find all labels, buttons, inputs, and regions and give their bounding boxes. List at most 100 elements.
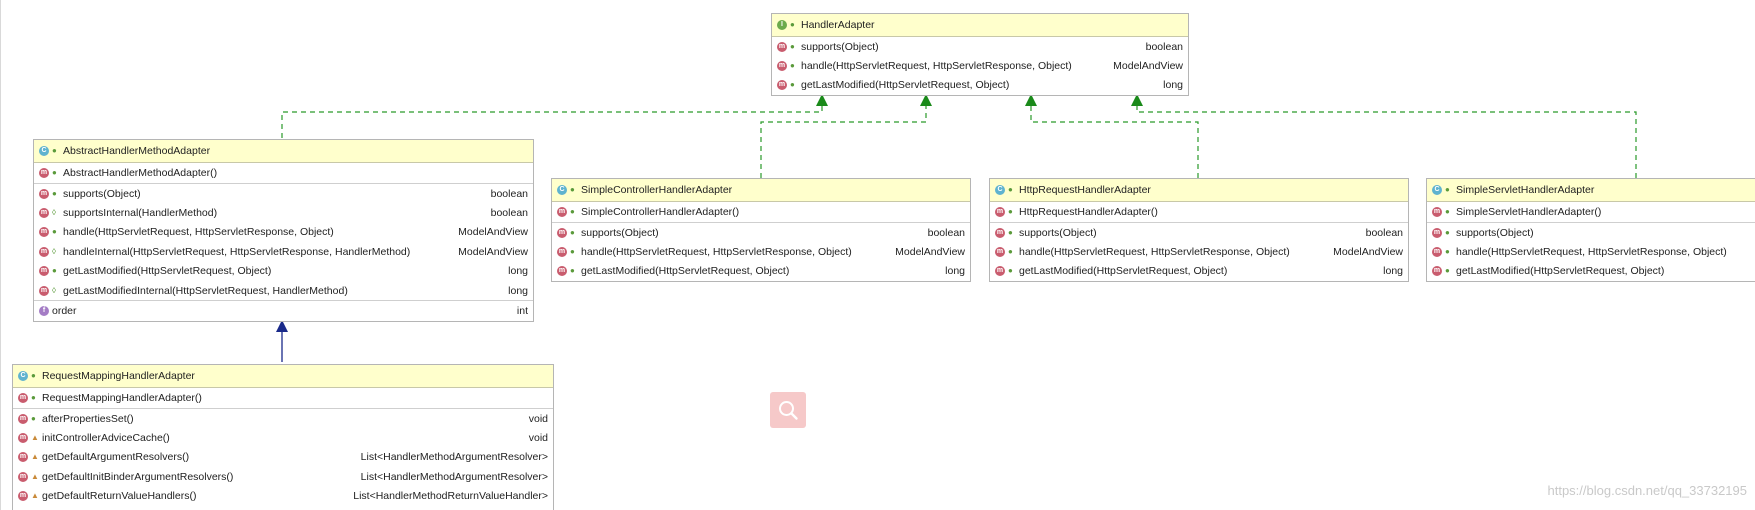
simple-servlet-handler-adapter-box[interactable]: C ● SimpleServletHandlerAdapter m ● Simpl… (1426, 178, 1755, 283)
method-type: boolean (927, 226, 965, 239)
public-icon: ● (1008, 247, 1013, 257)
constructor-name: SimpleServletHandlerAdapter() (1456, 206, 1602, 218)
request-mapping-header: C ● RequestMappingHandlerAdapter (13, 365, 553, 388)
method-row: m ● supports(Object) boolean (552, 223, 970, 242)
method-row: m ◊ handleInternal(HttpServletRequest, Htt… (34, 242, 533, 261)
public-icon: ● (570, 227, 575, 237)
public-icon: ● (790, 61, 795, 71)
method-name: getLastModified(HttpServletRequest, Obje… (581, 265, 790, 278)
method-icon: m (1432, 247, 1442, 258)
method-list: m ● supports(Object) boolean m ● handle(HttpS… (772, 37, 1188, 95)
search-button[interactable] (770, 392, 806, 428)
method-name: getLastModified(HttpServletRequest, Obje… (1019, 265, 1228, 278)
simple-controller-handler-adapter-box[interactable]: C ● SimpleControllerHandlerAdapter m ● Si… (551, 178, 971, 283)
constructor-name: RequestMappingHandlerAdapter() (42, 392, 202, 404)
private-lock-icon: ▲ (31, 471, 39, 481)
method-type: long (1163, 79, 1183, 92)
method-list: m ● afterPropertiesSet() void m ▲ initControl… (13, 409, 553, 506)
method-name: handle(HttpServletRequest, HttpServletRe… (801, 60, 1072, 73)
method-icon: m (1432, 227, 1442, 238)
method-icon: m (1432, 266, 1442, 277)
method-row: m ▲ getDefaultInitBinderArgumentResolvers(… (13, 467, 553, 486)
method-list: m ● supports(Object) m ● handle(HttpServletR… (1427, 223, 1755, 281)
method-type: void (528, 412, 548, 425)
method-type: ModelAndView (458, 245, 528, 258)
method-name: afterPropertiesSet() (42, 412, 134, 425)
method-name: handle(HttpServletRequest, HttpServletRe… (1019, 246, 1290, 259)
method-list: m ● supports(Object) boolean m ● handle(HttpS… (990, 223, 1408, 281)
method-row: m ● supports(Object) boolean (34, 184, 533, 203)
abstract-class-icon: C (39, 146, 49, 156)
method-icon: m (39, 227, 49, 238)
method-row: m ● supports(Object) (1427, 223, 1755, 242)
method-type: List<HandlerMethodArgumentResolver> (360, 451, 548, 464)
public-icon: ● (570, 207, 575, 216)
method-name: supports(Object) (1019, 226, 1097, 239)
method-icon: m (18, 393, 28, 403)
method-list: m ● supports(Object) boolean m ● handle(HttpS… (552, 223, 970, 281)
abstract-handler-method-adapter-box[interactable]: C ● AbstractHandlerMethodAdapter m ● Abst… (33, 139, 534, 322)
method-row: m ● afterPropertiesSet() void (13, 409, 553, 428)
realization-line-simple-controller (760, 100, 927, 178)
class-icon: C (995, 185, 1005, 195)
method-name: handleInternal(HttpServletRequest, HttpS… (63, 245, 411, 258)
simple-servlet-header: C ● SimpleServletHandlerAdapter (1427, 179, 1755, 202)
constructor-name: AbstractHandlerMethodAdapter() (63, 167, 218, 179)
private-lock-icon: ▲ (31, 433, 39, 443)
request-mapping-handler-adapter-box[interactable]: C ● RequestMappingHandlerAdapter m ● Requ… (12, 364, 554, 510)
method-row: m ● handle(HttpServletRequest, HttpServlet… (1427, 242, 1755, 261)
method-name: supportsInternal(HandlerMethod) (63, 207, 218, 220)
method-name: getLastModifiedInternal(HttpServletReque… (63, 284, 348, 297)
public-icon: ● (52, 146, 57, 155)
method-icon: m (18, 491, 28, 502)
field-name: order (52, 305, 77, 318)
http-request-handler-adapter-box[interactable]: C ● HttpRequestHandlerAdapter m ● HttpReq… (989, 178, 1409, 283)
constructor-row: m ● RequestMappingHandlerAdapter() (13, 388, 553, 409)
method-row: m ● getLastModified(HttpServletRequest, Ob… (1427, 262, 1755, 281)
method-name: handle(HttpServletRequest, HttpServletRe… (63, 226, 334, 239)
public-icon: ● (31, 393, 36, 402)
handler-adapter-box[interactable]: I ● HandlerAdapter m ● supports(Object) boo… (771, 13, 1189, 97)
method-name: supports(Object) (63, 187, 141, 200)
method-icon: m (18, 471, 28, 482)
method-row: m ● handle(HttpServletRequest, HttpServlet… (552, 242, 970, 261)
method-name: supports(Object) (581, 226, 659, 239)
method-type: long (508, 284, 528, 297)
method-icon: m (39, 188, 49, 199)
class-icon: C (1432, 185, 1442, 195)
method-icon: m (18, 433, 28, 444)
realization-line-http-request (1030, 100, 1199, 178)
method-icon: m (777, 61, 787, 72)
method-row: m ● getLastModified(HttpServletRequest, Ob… (990, 262, 1408, 281)
method-name: supports(Object) (1456, 226, 1534, 239)
method-type: boolean (490, 207, 528, 220)
public-icon: ● (52, 227, 57, 237)
protected-icon: ◊ (52, 246, 56, 256)
method-type: boolean (1365, 226, 1403, 239)
public-icon: ● (1008, 207, 1013, 216)
abstract-adapter-header: C ● AbstractHandlerMethodAdapter (34, 140, 533, 163)
method-row: m ● supports(Object) boolean (772, 37, 1188, 56)
method-row: m ▲ getDefaultReturnValueHandlers() List<Ha… (13, 487, 553, 506)
constructor-name: SimpleControllerHandlerAdapter() (581, 206, 740, 218)
method-row: m ● supports(Object) boolean (990, 223, 1408, 242)
public-icon: ● (570, 266, 575, 276)
method-icon: m (1432, 207, 1442, 217)
public-icon: ● (1445, 227, 1450, 237)
method-name: supports(Object) (801, 40, 879, 53)
search-icon (779, 401, 798, 420)
watermark: https://blog.csdn.net/qq_33732195 (1547, 483, 1748, 498)
method-type: ModelAndView (1113, 60, 1183, 73)
public-icon: ● (1008, 185, 1013, 194)
public-icon: ● (52, 188, 57, 198)
method-row: m ● getLastModified(HttpServletRequest, Ob… (552, 262, 970, 281)
public-icon: ● (790, 41, 795, 51)
inheritance-arrow (276, 320, 288, 332)
method-type: ModelAndView (458, 226, 528, 239)
constructor-row: m ● SimpleControllerHandlerAdapter() (552, 202, 970, 223)
realization-line-simple-servlet (1136, 100, 1637, 178)
method-icon: m (995, 266, 1005, 277)
method-row: m ▲ getDefaultArgumentResolvers() List<Hand… (13, 448, 553, 467)
method-icon: m (18, 452, 28, 463)
method-icon: m (995, 207, 1005, 217)
